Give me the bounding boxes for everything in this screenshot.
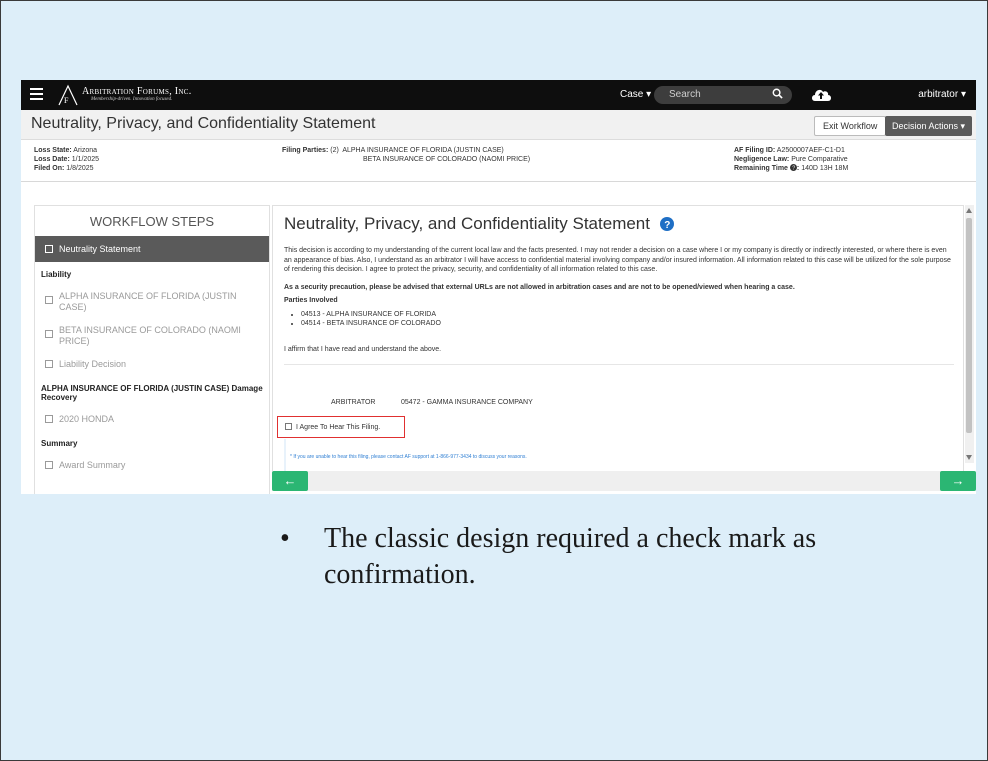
app-screenshot: F Arbitration Forums, Inc. Membership-dr… (21, 80, 976, 494)
list-item: 04513 - ALPHA INSURANCE OF FLORIDA (301, 310, 441, 319)
filing-parties-label: Filing Parties: (282, 147, 329, 154)
filed-on: 1/8/2025 (66, 165, 94, 172)
statement-title: Neutrality, Privacy, and Confidentiality… (284, 214, 674, 234)
remaining-label: Remaining Time (734, 165, 788, 172)
loss-date-label: Loss Date: (34, 156, 70, 163)
previous-step-button[interactable]: ← (272, 471, 308, 491)
workflow-steps-title: WORKFLOW STEPS (89, 214, 215, 229)
checkbox-icon[interactable] (285, 423, 292, 430)
brand-name: Arbitration Forums, Inc. (82, 86, 192, 97)
loss-state-label: Loss State: (34, 147, 72, 154)
next-step-button[interactable]: → (940, 471, 976, 491)
filing-party-1: ALPHA INSURANCE OF FLORIDA (JUSTIN CASE) (342, 147, 504, 154)
agree-checkbox[interactable]: I Agree To Hear This Filing. (277, 416, 405, 438)
case-info-bar: Loss State: Arizona Loss Date: 1/1/2025 … (21, 140, 976, 182)
statement-title-text: Neutrality, Privacy, and Confidentiality… (284, 214, 650, 233)
arbitrator-role: ARBITRATOR (331, 399, 376, 406)
parties-heading: Parties Involved (284, 297, 338, 304)
checkbox-icon (45, 415, 53, 423)
scroll-up-arrow-icon[interactable] (966, 208, 972, 213)
step-award-summary[interactable]: Award Summary (35, 454, 269, 477)
step-2020-honda[interactable]: 2020 HONDA (35, 408, 269, 431)
decision-actions-button[interactable]: Decision Actions ▾ (885, 116, 973, 136)
brand-tagline: Membership-driven. Innovation focused. (91, 97, 173, 102)
step-label: Liability Decision (59, 359, 127, 369)
step-liability-beta[interactable]: BETA INSURANCE OF COLORADO (NAOMI PRICE) (35, 319, 269, 353)
loss-date: 1/1/2025 (71, 156, 99, 163)
page-header: Neutrality, Privacy, and Confidentiality… (21, 110, 976, 140)
negligence-law: Pure Comparative (791, 156, 848, 163)
checkbox-icon (45, 296, 53, 304)
step-label: ALPHA INSURANCE OF FLORIDA (JUSTIN CASE) (59, 291, 237, 312)
security-note: As a security precaution, please be advi… (284, 284, 795, 291)
logo-mark-icon: F (58, 84, 78, 106)
loss-state: Arizona (73, 147, 98, 154)
checkbox-icon (45, 360, 53, 368)
filing-parties: Filing Parties: (2) ALPHA INSURANCE OF F… (282, 146, 530, 164)
filing-parties-count: (2) (330, 147, 339, 154)
affirm-text: I affirm that I have read and understand… (284, 346, 442, 353)
step-neutrality-statement[interactable]: Neutrality Statement (35, 236, 269, 262)
exit-workflow-button[interactable]: Exit Workflow (814, 116, 887, 136)
user-menu[interactable]: arbitrator ▾ (918, 89, 966, 100)
arbitrator-company: 05472 - GAMMA INSURANCE COMPANY (401, 399, 533, 406)
scroll-down-arrow-icon[interactable] (966, 455, 972, 460)
statement-panel: Neutrality, Privacy, and Confidentiality… (272, 205, 964, 474)
parties-list: 04513 - ALPHA INSURANCE OF FLORIDA 04514… (301, 310, 441, 328)
help-icon[interactable]: ? (659, 217, 674, 231)
cloud-upload-icon[interactable] (810, 85, 832, 103)
info-icon: ? (789, 164, 797, 172)
svg-text:?: ? (792, 166, 795, 171)
caption-text: The classic design required a check mark… (324, 523, 817, 590)
filing-party-2: BETA INSURANCE OF COLORADO (NAOMI PRICE) (363, 156, 531, 163)
step-label: BETA INSURANCE OF COLORADO (NAOMI PRICE) (59, 325, 241, 346)
summary-heading: Summary (41, 439, 78, 448)
remaining-time: 140D 13H 18M (801, 165, 849, 172)
scroll-thumb[interactable] (966, 218, 972, 433)
search-placeholder: Search (669, 89, 701, 100)
case-menu[interactable]: Case ▾ (620, 89, 651, 100)
checkbox-icon (45, 330, 53, 338)
search-input[interactable]: Search (654, 86, 792, 104)
hamburger-icon[interactable] (30, 88, 43, 100)
damage-recovery-heading: ALPHA INSURANCE OF FLORIDA (JUSTIN CASE)… (41, 384, 263, 402)
loss-info: Loss State: Arizona Loss Date: 1/1/2025 … (34, 146, 99, 173)
top-navbar: F Arbitration Forums, Inc. Membership-dr… (21, 80, 976, 110)
arrow-left-icon: ← (283, 473, 297, 488)
support-note: * If you are unable to hear this filing,… (290, 454, 527, 460)
brand-logo[interactable]: F Arbitration Forums, Inc. Membership-dr… (57, 84, 207, 106)
checkbox-icon (45, 245, 53, 253)
slide-caption: • The classic design required a check ma… (280, 521, 920, 593)
step-liability-decision[interactable]: Liability Decision (35, 353, 269, 376)
step-label: Award Summary (59, 460, 126, 470)
liability-heading: Liability (41, 270, 72, 279)
list-item: 04514 - BETA INSURANCE OF COLORADO (301, 319, 441, 328)
agree-label: I Agree To Hear This Filing. (296, 424, 381, 431)
filed-on-label: Filed On: (34, 165, 65, 172)
bullet-icon: • (280, 523, 290, 554)
note-rule (284, 439, 286, 474)
svg-text:F: F (64, 96, 69, 105)
filing-details: AF Filing ID: A2500007AEF-C1-D1 Negligen… (734, 147, 849, 172)
divider (284, 364, 954, 365)
statement-paragraph: This decision is according to my underst… (284, 247, 951, 273)
page-title: Neutrality, Privacy, and Confidentiality… (31, 115, 376, 132)
search-icon[interactable] (772, 88, 783, 99)
negligence-label: Negligence Law: (734, 156, 790, 163)
workflow-steps-panel: WORKFLOW STEPS Neutrality Statement Liab… (34, 205, 270, 494)
step-label: Neutrality Statement (59, 244, 141, 254)
step-navigation-bar: ← → (272, 471, 976, 491)
checkbox-icon (45, 461, 53, 469)
step-label: 2020 HONDA (59, 414, 115, 424)
filing-id: A2500007AEF-C1-D1 (776, 147, 845, 154)
step-liability-alpha[interactable]: ALPHA INSURANCE OF FLORIDA (JUSTIN CASE) (35, 285, 269, 319)
filing-id-label: AF Filing ID: (734, 147, 776, 154)
svg-text:?: ? (664, 220, 670, 231)
vertical-scrollbar[interactable] (965, 205, 974, 463)
arrow-right-icon: → (951, 473, 965, 488)
